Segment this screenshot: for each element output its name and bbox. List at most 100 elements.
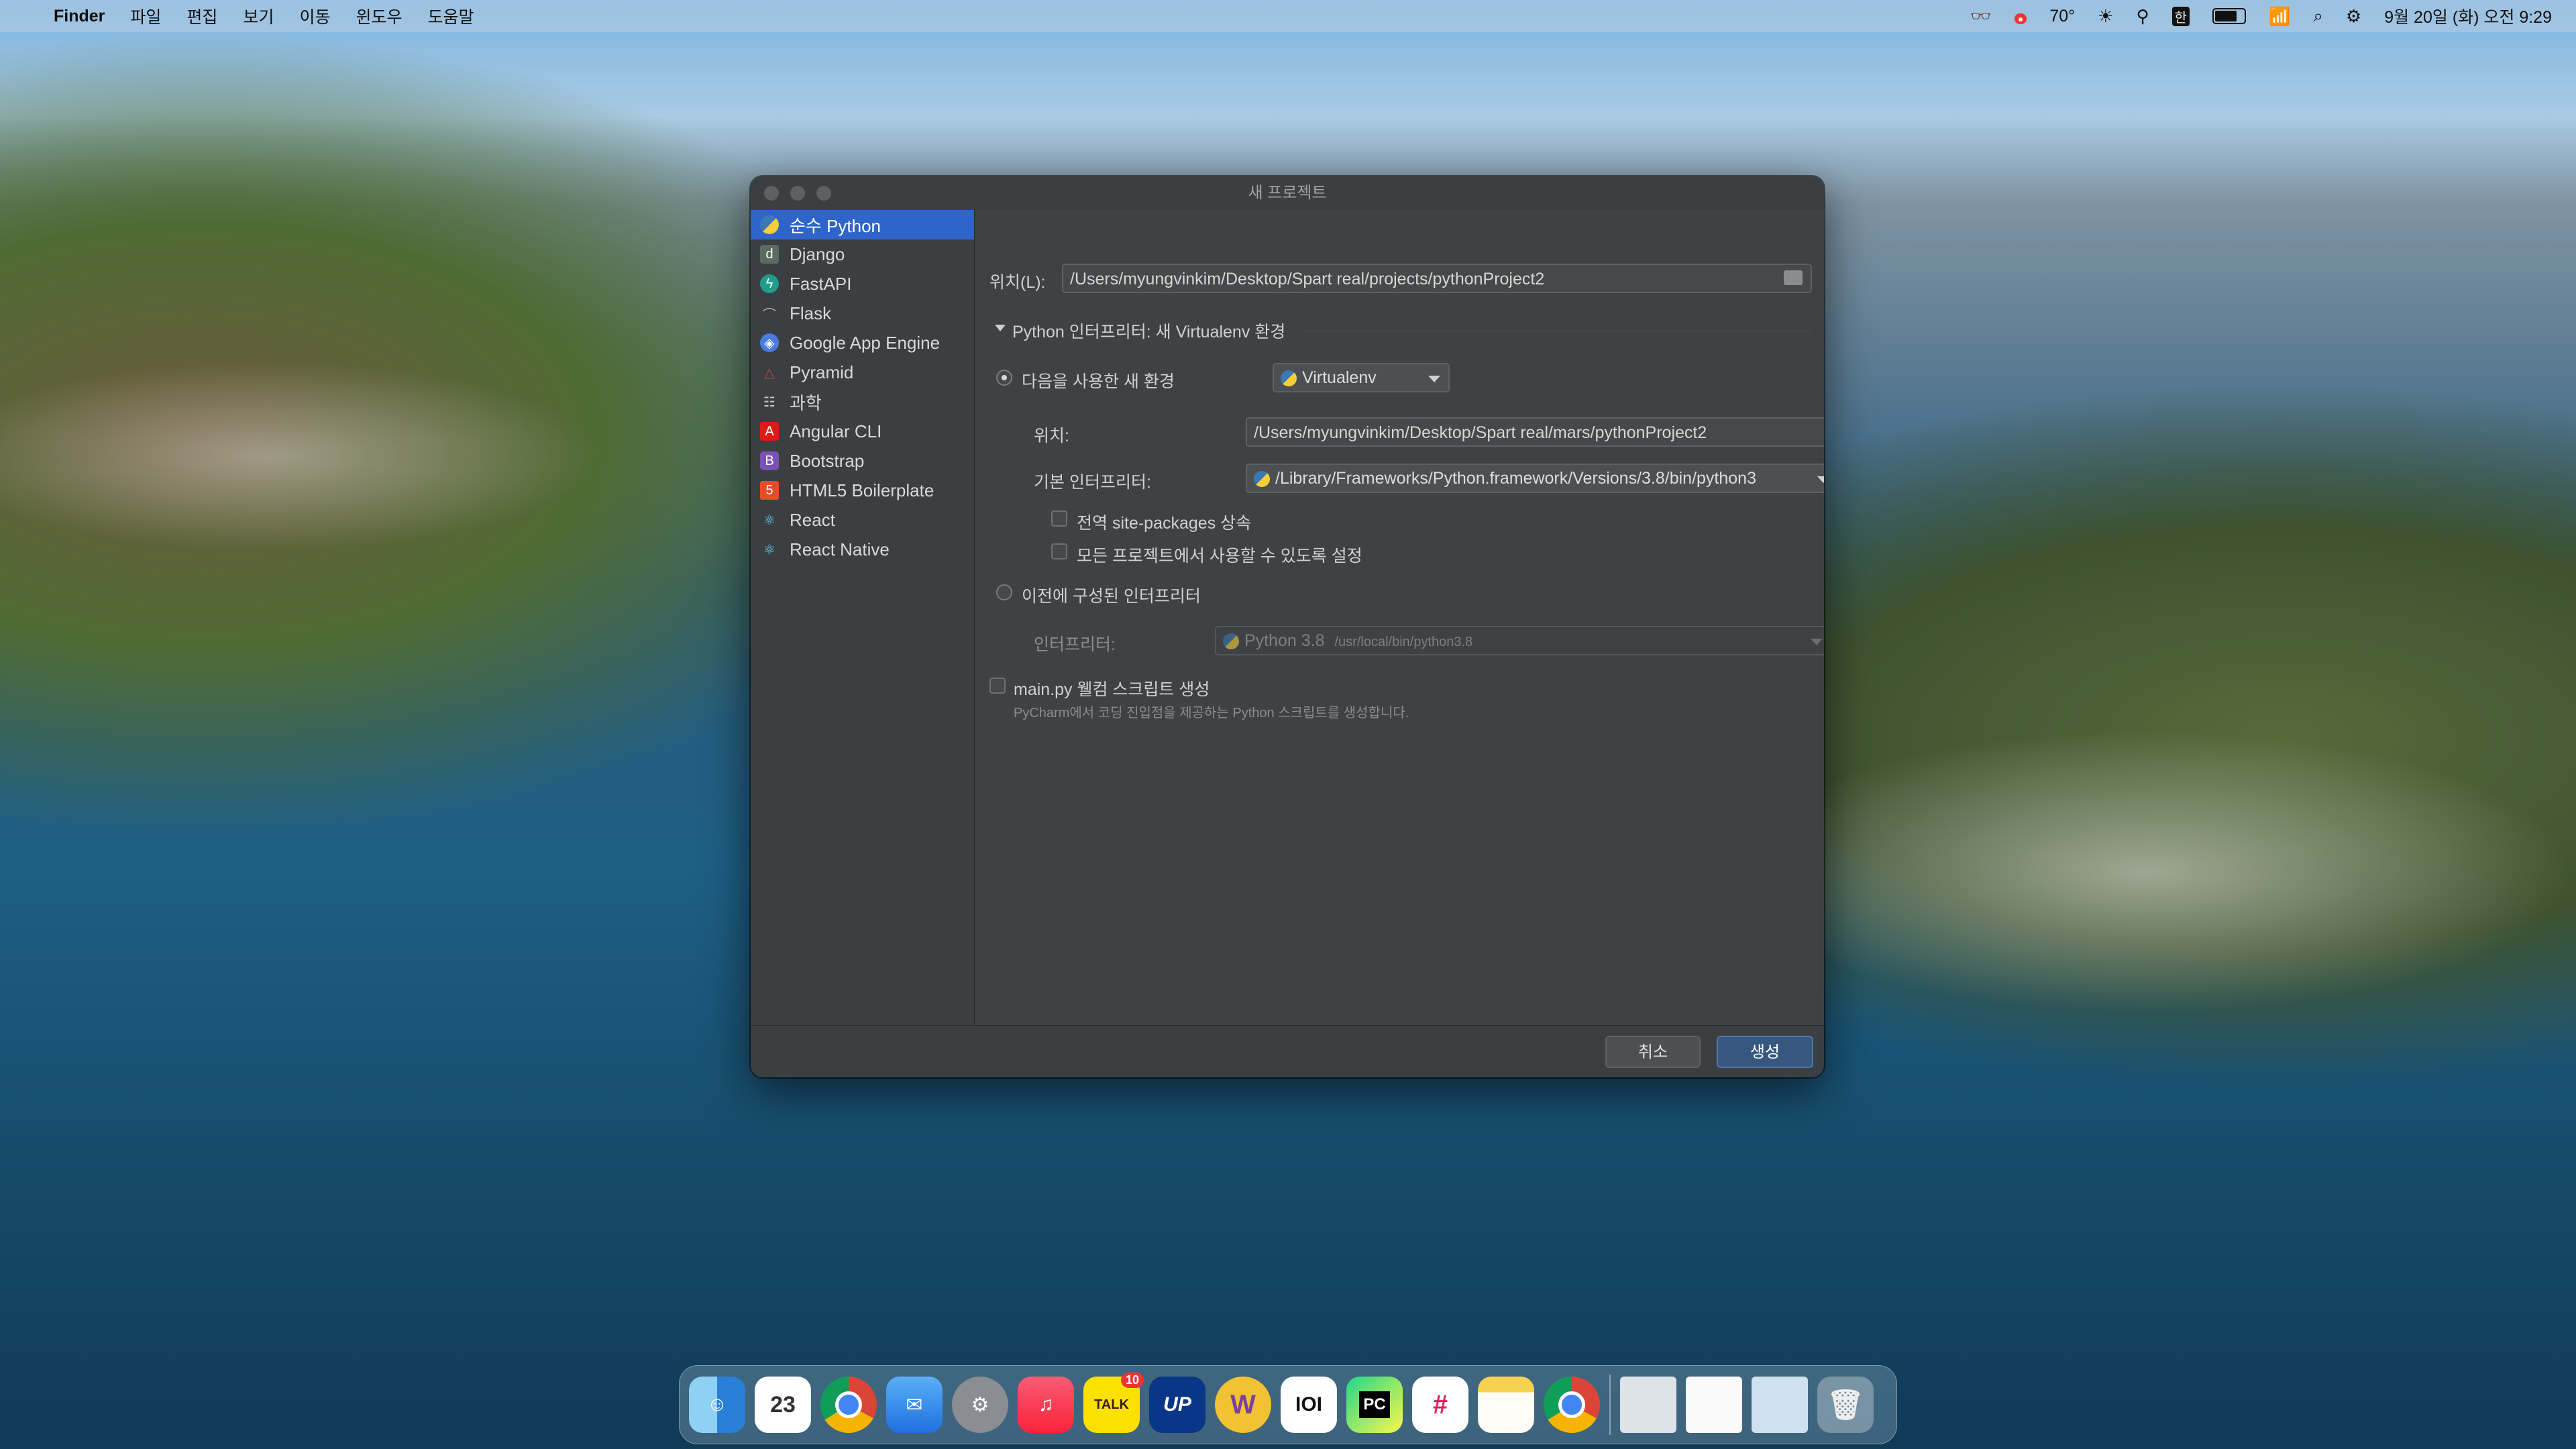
dialog-button-bar: 취소 생성 — [751, 1025, 1824, 1077]
base-interpreter-select[interactable]: /Library/Frameworks/Python.framework/Ver… — [1246, 464, 1824, 493]
available-all-projects-checkbox[interactable] — [1051, 543, 1067, 559]
interpreter-select[interactable]: Python 3.8 /usr/local/bin/python3.8 — [1215, 626, 1824, 655]
weather-temp[interactable]: 70° — [2049, 7, 2075, 26]
env-location-value: /Users/myungvinkim/Desktop/Spart real/ma… — [1254, 423, 1707, 442]
sidebar-item-flask[interactable]: ⌒ Flask — [751, 299, 974, 328]
sidebar-item-science[interactable]: ☷ 과학 — [751, 387, 974, 417]
finder-app-icon[interactable]: ☺ — [689, 1377, 745, 1433]
sidebar-item-pure-python[interactable]: 순수 Python — [751, 210, 974, 239]
pc-label: PC — [1359, 1391, 1390, 1418]
mail-app-icon[interactable]: ✉ — [886, 1377, 943, 1433]
notes-app-icon[interactable] — [1478, 1377, 1534, 1433]
python-icon — [1254, 471, 1270, 488]
chevron-down-icon — [1428, 376, 1440, 382]
project-type-list: 순수 Python d Django ϟ FastAPI ⌒ Flask ◈ G… — [751, 210, 974, 1025]
science-icon: ☷ — [763, 394, 775, 410]
python-icon — [1223, 633, 1239, 650]
menu-clock[interactable]: 9월 20일 (화) 오전 9:29 — [2384, 4, 2552, 28]
new-project-dialog: 새 프로젝트 순수 Python d Django ϟ FastAPI ⌒ Fl… — [751, 176, 1824, 1077]
menu-help[interactable]: 도움말 — [427, 4, 474, 28]
up-label: UP — [1163, 1393, 1191, 1415]
document-stack-icon[interactable] — [1620, 1377, 1676, 1433]
sidebar-item-label: 순수 Python — [790, 215, 881, 236]
sidebar-item-html5-boilerplate[interactable]: 5 HTML5 Boilerplate — [751, 476, 974, 505]
input-method[interactable]: 한 — [2171, 6, 2190, 26]
system-preferences-app-icon[interactable]: ⚙ — [952, 1377, 1008, 1433]
glasses-icon[interactable]: 👓 — [1970, 6, 1992, 27]
sidebar-item-fastapi[interactable]: ϟ FastAPI — [751, 269, 974, 299]
create-button[interactable]: 생성 — [1717, 1036, 1813, 1068]
pycharm-app-icon[interactable]: PC — [1346, 1377, 1403, 1433]
screenshot-stack-icon[interactable] — [1752, 1377, 1808, 1433]
new-environment-radio[interactable] — [996, 370, 1012, 386]
kakaotalk-app-icon[interactable]: TALK 10 — [1083, 1373, 1144, 1433]
sidebar-item-label: 과학 — [790, 392, 822, 413]
menu-app-name[interactable]: Finder — [54, 7, 105, 26]
bootstrap-icon: B — [760, 451, 779, 470]
available-all-projects-label: 모든 프로젝트에서 사용할 수 있도록 설정 — [1077, 547, 1362, 566]
upbit-app-icon[interactable]: UP — [1149, 1377, 1205, 1433]
menu-file[interactable]: 파일 — [130, 4, 161, 28]
folder-browse-icon[interactable] — [1784, 270, 1803, 285]
environment-type-select[interactable]: Virtualenv — [1273, 363, 1450, 392]
base-interpreter-value: /Library/Frameworks/Python.framework/Ver… — [1275, 469, 1756, 488]
downloads-stack-icon[interactable] — [1686, 1377, 1742, 1433]
react-icon: ⚛ — [763, 513, 775, 528]
previous-interpreter-radio[interactable] — [996, 584, 1012, 600]
inherit-site-packages-checkbox[interactable] — [1051, 511, 1067, 527]
react-native-icon: ⚛ — [763, 542, 775, 557]
sidebar-item-react[interactable]: ⚛ React — [751, 505, 974, 535]
sidebar-item-angular-cli[interactable]: A Angular CLI — [751, 417, 974, 446]
chevron-down-icon — [1811, 639, 1823, 645]
html5-icon: 5 — [760, 481, 779, 500]
interpreter-path: /usr/local/bin/python3.8 — [1334, 635, 1473, 649]
interpreter-value: Python 3.8 — [1244, 631, 1325, 650]
sidebar-item-bootstrap[interactable]: B Bootstrap — [751, 446, 974, 476]
trash-icon[interactable]: 🗑 — [1817, 1377, 1874, 1433]
cancel-button[interactable]: 취소 — [1605, 1036, 1701, 1068]
collapse-triangle-icon[interactable] — [995, 325, 1006, 331]
wifi-icon[interactable]: 📶 — [2269, 6, 2290, 27]
title-bar: 새 프로젝트 — [751, 176, 1824, 210]
chrome-app-icon[interactable] — [820, 1377, 877, 1433]
sidebar-item-label: Django — [790, 244, 845, 264]
location-label: 위치(L): — [989, 273, 1046, 292]
sidebar-item-react-native[interactable]: ⚛ React Native — [751, 535, 974, 564]
sidebar-item-label: Pyramid — [790, 362, 854, 382]
battery-icon[interactable] — [2212, 8, 2246, 24]
sidebar-item-label: React Native — [790, 539, 890, 559]
sidebar-item-label: HTML5 Boilerplate — [790, 480, 934, 500]
menu-go[interactable]: 이동 — [299, 4, 330, 28]
sidebar-item-label: React — [790, 509, 835, 530]
w-app-icon[interactable]: W — [1215, 1377, 1271, 1433]
music-app-icon[interactable]: ♫ — [1018, 1377, 1074, 1433]
sidebar-item-label: FastAPI — [790, 273, 852, 294]
notification-badge-icon[interactable]: ● — [2014, 6, 2027, 27]
sun-icon[interactable]: ☀ — [2098, 6, 2113, 27]
menu-edit[interactable]: 편집 — [186, 4, 217, 28]
base-interpreter-label: 기본 인터프리터: — [1034, 473, 1151, 492]
location-field[interactable]: /Users/myungvinkim/Desktop/Spart real/pr… — [1062, 264, 1812, 293]
welcome-script-label: main.py 웰컴 스크립트 생성 — [1014, 680, 1210, 699]
env-location-field[interactable]: /Users/myungvinkim/Desktop/Spart real/ma… — [1246, 417, 1824, 447]
sidebar-item-django[interactable]: d Django — [751, 239, 974, 269]
slack-app-icon[interactable]: # — [1412, 1377, 1468, 1433]
env-location-label: 위치: — [1034, 427, 1069, 445]
sidebar-item-pyramid[interactable]: △ Pyramid — [751, 358, 974, 387]
calendar-day: 23 — [770, 1391, 796, 1417]
sidebar-item-label: Angular CLI — [790, 421, 882, 441]
ioi-app-icon[interactable]: IOI — [1281, 1377, 1337, 1433]
sidebar-item-google-app-engine[interactable]: ◈ Google App Engine — [751, 328, 974, 358]
new-environment-label: 다음을 사용한 새 환경 — [1022, 372, 1175, 391]
welcome-script-checkbox[interactable] — [989, 678, 1006, 694]
menu-window[interactable]: 윈도우 — [356, 4, 402, 28]
interpreter-section-title[interactable]: Python 인터프리터: 새 Virtualenv 환경 — [1012, 319, 1285, 343]
chrome-app-icon[interactable] — [1544, 1377, 1600, 1433]
menu-view[interactable]: 보기 — [243, 4, 274, 28]
spotlight-search-icon[interactable]: ⌕ — [2313, 5, 2323, 27]
window-title: 새 프로젝트 — [1248, 184, 1327, 202]
calendar-app-icon[interactable]: 23 — [755, 1377, 811, 1433]
airdrop-icon[interactable]: ⚲ — [2136, 6, 2149, 27]
control-center-icon[interactable]: ⚙ — [2346, 6, 2361, 27]
virtualenv-icon — [1281, 370, 1297, 387]
